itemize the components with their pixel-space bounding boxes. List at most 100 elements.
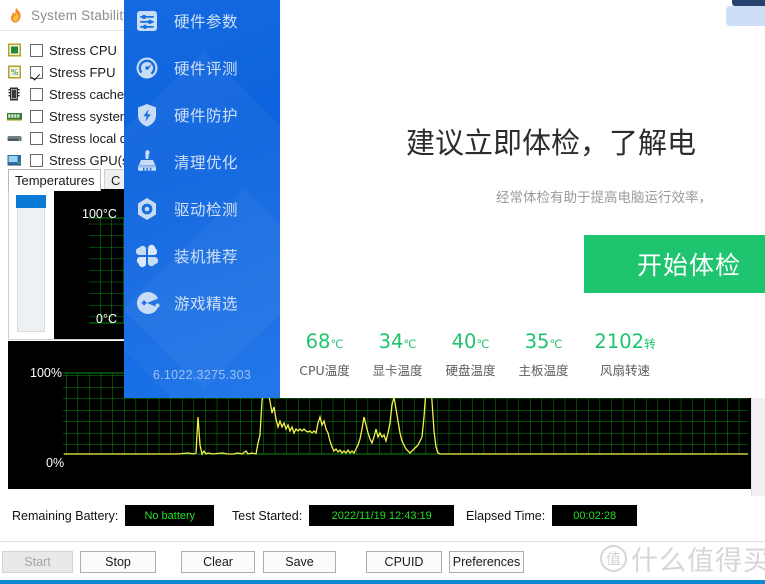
flame-icon: [8, 7, 25, 24]
driver-tool-overlay-window: 硬件参数 硬件评测 硬件防护 清理优化 驱动检测 装机推荐 游戏精选 6.102…: [124, 0, 765, 398]
metric-number: 35: [524, 330, 550, 353]
monitor-magnifier-icon: [722, 0, 765, 70]
metric-label: 风扇转速: [599, 363, 650, 378]
stress-option-checkbox[interactable]: [30, 153, 43, 167]
tab-label: Temperatures: [15, 173, 95, 188]
stress-option-row[interactable]: Stress local d: [6, 128, 136, 148]
sensor-legend-selected-item[interactable]: [16, 195, 46, 208]
temperature-axis-max-label: 100°C: [82, 207, 117, 221]
sidebar-item-build-recommend[interactable]: 装机推荐: [124, 235, 280, 277]
cpu-chip-icon: [6, 42, 23, 58]
stress-option-label: Stress cache: [49, 86, 125, 102]
metric-number: 2102: [594, 330, 645, 353]
metric-motherboard-temperature: 35℃ 主板温度: [507, 330, 580, 386]
clear-button[interactable]: Clear: [181, 551, 255, 573]
metric-unit: 转: [644, 337, 656, 351]
statusbar-divider: [0, 541, 765, 542]
stop-button[interactable]: Stop: [80, 551, 156, 573]
start-button[interactable]: Start: [2, 551, 73, 573]
app-root: System Stability Stress CPU % Stress FPU…: [0, 0, 765, 584]
stress-option-label: Stress GPU(s: [49, 152, 129, 168]
metric-unit: ℃: [476, 337, 490, 351]
page-subtitle: 经常体检有助于提高电脑运行效率，: [496, 190, 712, 206]
sidebar-item-driver-detection[interactable]: 驱动检测: [124, 188, 280, 230]
stress-option-label: Stress CPU: [49, 42, 117, 58]
stress-option-checkbox[interactable]: [30, 87, 43, 101]
sidebar-item-label: 硬件参数: [174, 13, 239, 31]
metric-label: CPU温度: [299, 363, 350, 378]
status-value: 2022/11/19 12:43:19: [309, 505, 455, 526]
hex-gear-icon: [132, 194, 162, 224]
button-label: Start: [24, 555, 51, 569]
sliders-icon: [132, 6, 162, 36]
stress-option-checkbox[interactable]: [30, 109, 43, 123]
sidebar-item-game-picks[interactable]: 游戏精选: [124, 282, 280, 324]
metric-gpu-temperature: 34℃ 显卡温度: [361, 330, 434, 386]
stress-option-row[interactable]: Stress GPU(s: [6, 150, 136, 170]
preferences-button[interactable]: Preferences: [449, 551, 524, 573]
sidebar-item-hardware-params[interactable]: 硬件参数: [124, 0, 280, 42]
button-label: CPUID: [384, 555, 424, 569]
button-label: Stop: [105, 555, 131, 569]
tab-label: C: [111, 173, 121, 188]
sidebar-item-label: 硬件评测: [174, 60, 239, 78]
sidebar-item-clean-optimize[interactable]: 清理优化: [124, 141, 280, 183]
gauge-icon: [132, 53, 162, 83]
app-version-label: 6.1022.3275.303: [152, 368, 252, 382]
metric-label: 硬盘温度: [445, 363, 496, 378]
status-value: 00:02:28: [552, 505, 638, 526]
metric-value: 2102转: [580, 330, 670, 356]
memory-module-icon: [6, 108, 23, 124]
metric-unit: ℃: [549, 337, 563, 351]
cache-chip-icon: [6, 86, 23, 102]
stress-option-row[interactable]: % Stress FPU: [6, 62, 136, 82]
metric-value: 40℃: [434, 330, 507, 356]
page-title: 建议立即体检，了解电: [406, 126, 697, 160]
status-value: No battery: [125, 505, 215, 526]
metric-number: 34: [378, 330, 404, 353]
metric-value: 35℃: [507, 330, 580, 356]
metric-unit: ℃: [330, 337, 344, 351]
metric-disk-temperature: 40℃ 硬盘温度: [434, 330, 507, 386]
stress-option-checkbox[interactable]: [30, 65, 43, 79]
metric-fan-speed: 2102转 风扇转速: [580, 330, 670, 386]
stress-option-row[interactable]: Stress system: [6, 106, 136, 126]
tab-temperatures[interactable]: Temperatures: [8, 169, 102, 191]
status-label: Test Started:: [232, 508, 303, 523]
usage-axis-min-label: 0%: [46, 456, 65, 470]
window-title: System Stability: [31, 7, 131, 23]
cpuid-button[interactable]: CPUID: [366, 551, 442, 573]
button-label: Save: [285, 555, 314, 569]
game-pacman-icon: [132, 288, 162, 318]
sidebar-item-label: 清理优化: [174, 154, 239, 172]
vertical-scrollbar[interactable]: [751, 398, 765, 498]
temperature-axis-min-label: 0°C: [96, 312, 117, 326]
metric-label: 显卡温度: [372, 363, 423, 378]
stress-option-label: Stress system: [49, 108, 131, 124]
bottom-accent-bar: [0, 580, 765, 584]
four-squares-icon: [132, 241, 162, 271]
stress-option-label: Stress local d: [49, 130, 128, 146]
save-button[interactable]: Save: [263, 551, 336, 573]
stress-option-label: Stress FPU: [49, 64, 116, 80]
hardware-metrics-row: 68℃ CPU温度 34℃ 显卡温度 40℃ 硬盘温度 35℃ 主板温度 210…: [288, 330, 758, 386]
overlay-sidebar: 硬件参数 硬件评测 硬件防护 清理优化 驱动检测 装机推荐 游戏精选 6.102…: [124, 0, 280, 398]
status-label: Elapsed Time:: [466, 508, 546, 523]
sensor-legend-list[interactable]: [17, 196, 45, 332]
stress-option-checkbox[interactable]: [30, 43, 43, 57]
metric-value: 68℃: [288, 330, 361, 356]
stress-option-checkbox[interactable]: [30, 131, 43, 145]
stress-option-row[interactable]: Stress CPU: [6, 40, 136, 60]
status-bar: Remaining Battery: No battery Test Start…: [0, 496, 765, 541]
shield-bolt-icon: [132, 100, 162, 130]
svg-text:%: %: [11, 68, 19, 77]
start-scan-button[interactable]: 开始体检: [584, 235, 765, 293]
sidebar-item-hardware-benchmark[interactable]: 硬件评测: [124, 47, 280, 89]
sidebar-item-hardware-protection[interactable]: 硬件防护: [124, 94, 280, 136]
metric-cpu-temperature: 68℃ CPU温度: [288, 330, 361, 386]
metric-value: 34℃: [361, 330, 434, 356]
status-test-started: Test Started: 2022/11/19 12:43:19: [232, 505, 455, 526]
gpu-card-icon: [6, 152, 23, 168]
stress-option-row[interactable]: Stress cache: [6, 84, 136, 104]
metric-label: 主板温度: [518, 363, 569, 378]
